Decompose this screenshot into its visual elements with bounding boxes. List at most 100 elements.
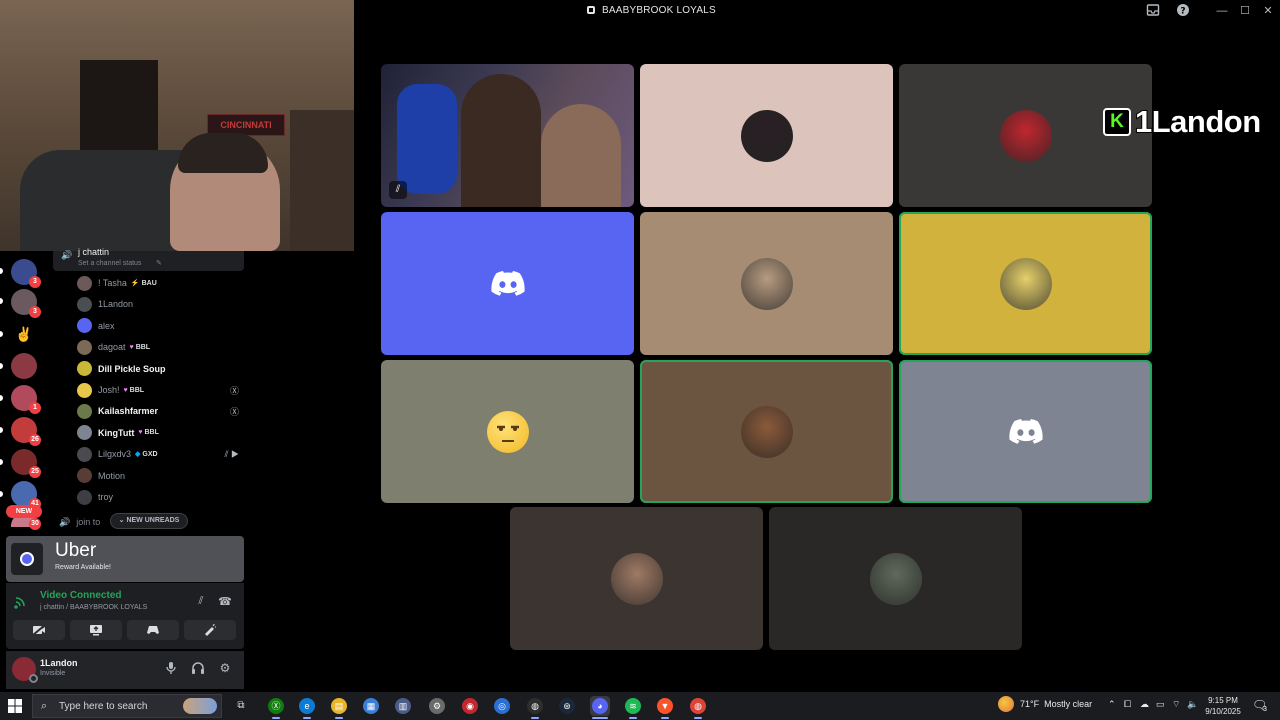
webcam-person-hair — [178, 133, 268, 173]
heart-icon: ♥ — [138, 429, 143, 437]
nitro-icon — [20, 552, 34, 566]
server-icon[interactable]: 3 — [11, 259, 41, 288]
mention-badge: 30 — [29, 518, 41, 530]
noise-suppression-icon[interactable]: ⫽ — [193, 595, 209, 611]
participant-avatar — [740, 405, 793, 458]
running-indicator — [303, 717, 311, 719]
xbox-taskbar-icon[interactable]: Ⓧ — [266, 696, 286, 716]
server-icon[interactable]: 3 — [11, 289, 41, 318]
voice-channel-header[interactable]: 🔊 j chattin Set a channel status ✎ — [53, 247, 244, 271]
volume-icon[interactable]: 🔈 — [1187, 699, 1198, 710]
new-unreads-button[interactable]: ⌄ NEW UNREADS — [110, 513, 188, 529]
username[interactable]: 1Landon — [40, 658, 78, 668]
voice-member[interactable]: Josh! ♥ BBL Ⓧ — [77, 380, 247, 400]
server-icon[interactable]: 1 — [11, 385, 41, 414]
channel-status[interactable]: Set a channel status — [78, 260, 141, 267]
task-view-icon[interactable]: ⧉ — [231, 696, 251, 716]
overlay-name: 1Landon — [1134, 103, 1262, 140]
server-icon[interactable]: 41 — [11, 481, 41, 510]
video-tile[interactable] — [769, 507, 1022, 650]
voice-member[interactable]: Motion — [77, 466, 247, 486]
muted-video-icons: ⫽ ▶ — [224, 448, 239, 459]
video-tile[interactable] — [510, 507, 763, 650]
new-unreads-pill[interactable]: NEW — [6, 505, 42, 518]
server-icon[interactable] — [11, 353, 37, 379]
maximize-button[interactable]: ☐ — [1237, 3, 1253, 19]
file-explorer-taskbar-icon[interactable]: ▤ — [329, 696, 349, 716]
calculator-taskbar-icon[interactable]: ▥ — [393, 696, 413, 716]
voice-channel-join[interactable]: 🔊 join to — [59, 517, 100, 528]
user-status: Invisible — [40, 670, 66, 677]
server-icon[interactable]: 25 — [11, 449, 41, 478]
voice-member[interactable]: troy — [77, 487, 247, 507]
video-tile[interactable] — [899, 360, 1152, 503]
settings-taskbar-icon[interactable]: ⚙ — [427, 696, 447, 716]
server-icon[interactable]: ✌ — [11, 321, 37, 347]
app-dark-taskbar-icon[interactable]: ◍ — [525, 696, 545, 716]
signal-icon[interactable] — [13, 593, 29, 609]
unread-pip — [0, 395, 3, 401]
activities-button[interactable] — [127, 620, 179, 640]
weather-text[interactable]: 71°F Mostly clear — [1020, 699, 1092, 709]
video-tile[interactable] — [640, 360, 893, 503]
steam-taskbar-icon[interactable]: ⊛ — [557, 696, 577, 716]
video-tile[interactable] — [381, 212, 634, 355]
video-tile[interactable] — [899, 212, 1152, 355]
edge-taskbar-icon[interactable]: e — [297, 696, 317, 716]
screen-share-button[interactable] — [70, 620, 122, 640]
voice-member[interactable]: KingTutt ♥ BBL — [77, 423, 247, 443]
discord-taskbar-icon[interactable]: ◕ — [590, 696, 610, 716]
video-tile[interactable] — [640, 64, 893, 207]
store-taskbar-icon[interactable]: ▦ — [361, 696, 381, 716]
help-icon[interactable]: ? — [1175, 3, 1191, 19]
app-red-taskbar-icon[interactable]: ◉ — [460, 696, 480, 716]
muted-mic-icon: ⫽ — [389, 181, 407, 199]
uber-promo-banner[interactable]: Uber Reward Available! — [6, 536, 244, 582]
running-indicator — [272, 717, 280, 719]
taskbar-search-box[interactable]: ⌕ Type here to search — [32, 694, 222, 718]
microphone-icon[interactable] — [163, 661, 179, 677]
voice-member[interactable]: dagoat ♥ BBL — [77, 337, 247, 357]
settings-glyph: ⚙ — [429, 698, 445, 714]
voice-member[interactable]: Kailashfarmer Ⓧ — [77, 401, 247, 421]
voice-member[interactable]: 1Landon — [77, 294, 247, 314]
voice-member[interactable]: Lilgxdv3 ◆ GXD ⫽ ▶ — [77, 444, 247, 464]
unamused-emoji-avatar — [486, 410, 529, 453]
brave-taskbar-icon[interactable]: ▼ — [655, 696, 675, 716]
server-icon[interactable]: 26 — [11, 417, 41, 446]
soundboard-button[interactable] — [184, 620, 236, 640]
connection-location[interactable]: j chattin / BAABYBROOK LOYALS — [40, 604, 147, 611]
chrome-taskbar-icon[interactable]: ◍ — [688, 696, 708, 716]
discord-logo-icon — [1008, 418, 1043, 444]
video-tile[interactable] — [640, 212, 893, 355]
cloud-icon[interactable]: ☁ — [1140, 699, 1149, 710]
weather-icon[interactable] — [998, 696, 1014, 712]
disconnect-icon[interactable]: ☎ — [217, 595, 233, 611]
app-blue-taskbar-icon[interactable]: ◎ — [492, 696, 512, 716]
voice-member[interactable]: ! Tasha ⚡ BAU — [77, 273, 247, 293]
voice-member[interactable]: Dill Pickle Soup — [77, 359, 247, 379]
member-avatar — [77, 275, 92, 291]
taskbar-clock[interactable]: 9:15 PM 9/10/2025 — [1203, 695, 1243, 717]
pencil-icon[interactable]: ✎ — [156, 259, 162, 267]
new-unreads-label: NEW UNREADS — [126, 517, 180, 524]
video-tile[interactable]: ⫽ — [381, 64, 634, 207]
close-button[interactable]: ✕ — [1260, 3, 1276, 19]
spotify-taskbar-icon[interactable]: ≋ — [623, 696, 643, 716]
camera-off-button[interactable] — [13, 620, 65, 640]
windows-start-icon[interactable] — [8, 699, 22, 713]
windows-taskbar: ⌕ Type here to search ⧉ Ⓧe ▤ ▦ ▥ ⚙ ◉ ◎ ◍ ⊛ ◕ ≋ ▼ ◍ 7… — [0, 692, 1280, 720]
inbox-icon[interactable] — [1145, 3, 1161, 19]
discord-logo-icon — [490, 270, 525, 296]
video-tile[interactable] — [381, 360, 634, 503]
headphones-icon[interactable] — [190, 661, 206, 677]
tray-overflow-icon[interactable]: ⌃ — [1108, 699, 1116, 710]
tray-app-icon[interactable]: ⧠ — [1124, 699, 1131, 710]
network-icon[interactable]: ⌔ — [1172, 699, 1180, 710]
settings-gear-icon[interactable]: ⚙ — [217, 661, 233, 677]
minimize-button[interactable]: — — [1214, 3, 1230, 19]
voice-member[interactable]: alex — [77, 316, 247, 336]
battery-icon[interactable]: ▭ — [1156, 699, 1165, 710]
promo-brand: Uber — [55, 540, 97, 561]
file-explorer-glyph: ▤ — [331, 698, 347, 714]
